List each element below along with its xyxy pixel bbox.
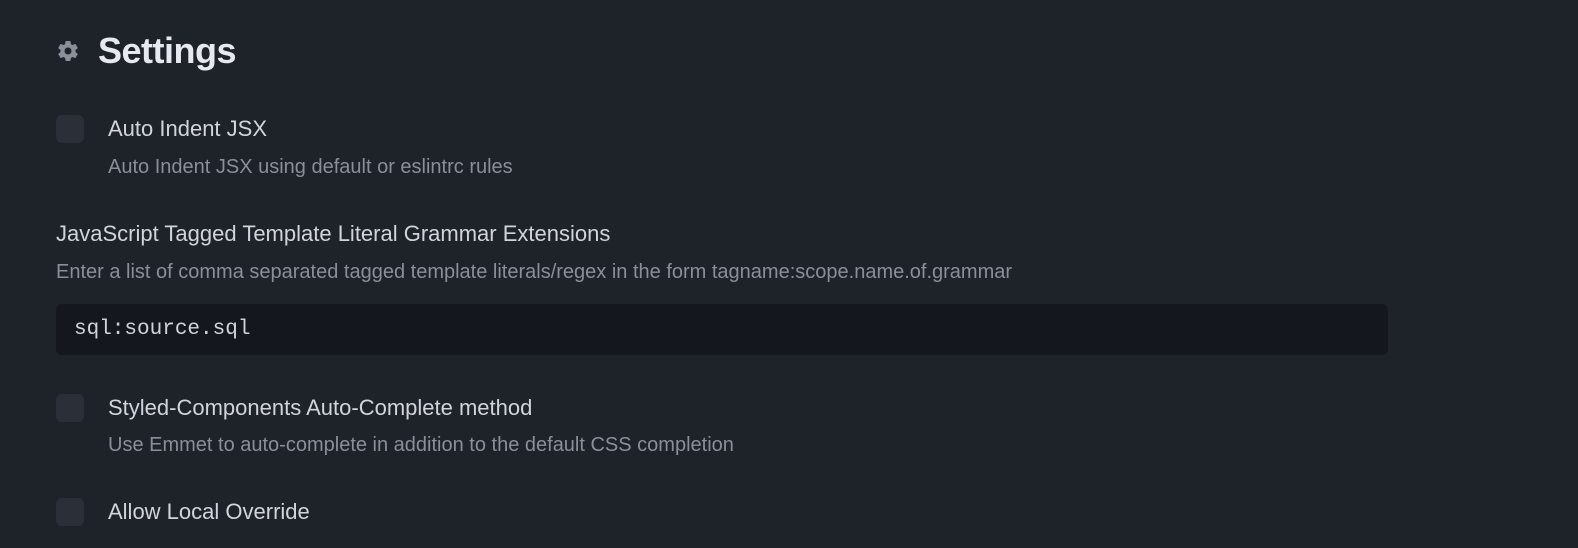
allow-local-override-label: Allow Local Override [108, 497, 1522, 528]
styled-components-autocomplete-label: Styled-Components Auto-Complete method [108, 393, 1522, 424]
auto-indent-jsx-checkbox[interactable] [56, 115, 84, 143]
auto-indent-jsx-label: Auto Indent JSX [108, 114, 1522, 145]
page-title: Settings [98, 30, 236, 72]
setting-tagged-template-grammar: JavaScript Tagged Template Literal Gramm… [56, 219, 1522, 355]
settings-header: Settings [56, 30, 1522, 72]
tagged-template-grammar-input[interactable] [56, 304, 1388, 355]
allow-local-override-checkbox[interactable] [56, 498, 84, 526]
auto-indent-jsx-description: Auto Indent JSX using default or eslintr… [108, 153, 1522, 181]
setting-auto-indent-jsx: Auto Indent JSX Auto Indent JSX using de… [56, 114, 1522, 181]
setting-allow-local-override: Allow Local Override [56, 497, 1522, 528]
styled-components-autocomplete-checkbox[interactable] [56, 394, 84, 422]
setting-styled-components-autocomplete: Styled-Components Auto-Complete method U… [56, 393, 1522, 460]
tagged-template-grammar-description: Enter a list of comma separated tagged t… [56, 258, 1522, 286]
styled-components-autocomplete-description: Use Emmet to auto-complete in addition t… [108, 431, 1522, 459]
gear-icon [56, 39, 80, 63]
tagged-template-grammar-label: JavaScript Tagged Template Literal Gramm… [56, 219, 1522, 250]
